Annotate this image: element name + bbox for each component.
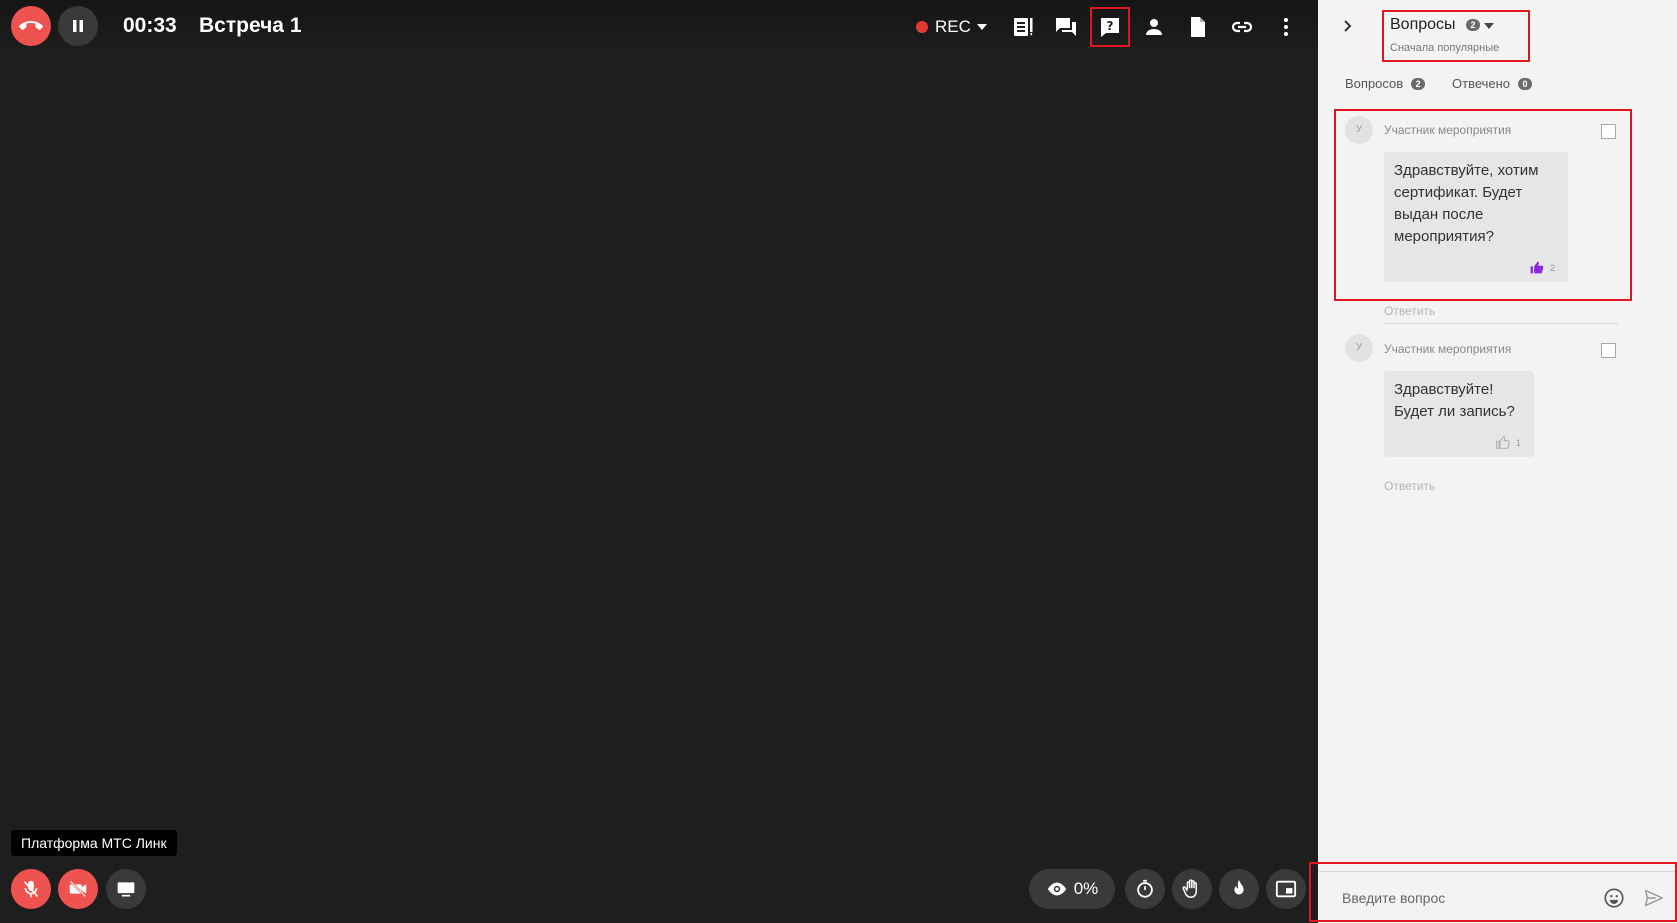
more-icon — [1284, 18, 1288, 36]
question-author: Участник мероприятия — [1384, 123, 1512, 137]
call-timer: 00:33 — [123, 14, 177, 37]
tab-count-badge: 2 — [1411, 77, 1426, 90]
phone-hangup-icon — [19, 21, 43, 30]
speaker-name-tag: Платформа МТС Линк — [11, 830, 177, 856]
like-button[interactable]: 1 — [1496, 436, 1521, 449]
rec-indicator-icon — [916, 21, 928, 33]
raise-hand-button[interactable] — [1172, 869, 1212, 909]
participants-button[interactable] — [1138, 11, 1170, 43]
files-button[interactable] — [1182, 11, 1214, 43]
avatar: У — [1345, 116, 1373, 144]
pause-icon — [73, 20, 83, 32]
viewers-indicator[interactable]: 0% — [1029, 869, 1115, 909]
notes-button[interactable] — [1007, 11, 1039, 43]
video-stage: 00:33 Встреча 1 REC ? Платформа МТС Линк… — [0, 0, 1318, 922]
input-highlight — [1309, 862, 1677, 922]
question-text-line: мероприятия? — [1394, 228, 1495, 245]
chevron-right-icon[interactable] — [1338, 16, 1358, 36]
stopwatch-icon — [1137, 879, 1153, 898]
question-text-line: выдан после — [1394, 206, 1484, 223]
monitor-icon — [117, 882, 135, 897]
question-text-line: Здравствуйте! — [1394, 381, 1494, 398]
camera-off-icon — [69, 880, 87, 898]
more-button[interactable] — [1270, 11, 1302, 43]
microphone-button[interactable] — [11, 869, 51, 909]
chat-button[interactable] — [1050, 11, 1082, 43]
pip-icon — [1275, 880, 1297, 898]
question-author: Участник мероприятия — [1384, 342, 1512, 356]
hand-icon — [1182, 879, 1197, 898]
reactions-button[interactable] — [1219, 869, 1259, 909]
avatar: У — [1345, 334, 1373, 362]
link-icon — [1231, 21, 1253, 33]
tab-label: Вопросов — [1345, 76, 1404, 91]
thumbs-up-icon — [1530, 261, 1544, 274]
link-button[interactable] — [1226, 11, 1258, 43]
questions-panel: Вопросы 2 Сначала популярные Вопросов 2 … — [1318, 0, 1677, 922]
chevron-down-icon — [976, 24, 987, 30]
questions-sort-dropdown[interactable]: Вопросы 2 Сначала популярные — [1382, 10, 1530, 62]
likes-count: 1 — [1516, 437, 1522, 448]
likes-count: 2 — [1550, 262, 1556, 273]
person-icon — [1146, 19, 1162, 35]
chevron-down-icon — [1484, 23, 1494, 29]
notes-icon — [1014, 18, 1033, 36]
tab-answered[interactable]: Отвечено 0 — [1452, 76, 1533, 91]
divider — [1384, 323, 1618, 324]
questions-count-badge: 2 — [1466, 19, 1480, 31]
pause-button[interactable] — [58, 6, 98, 46]
svg-text:?: ? — [1107, 19, 1114, 33]
chat-icon — [1056, 18, 1076, 36]
tab-count-badge: 0 — [1518, 77, 1533, 90]
meeting-title: Встреча 1 — [199, 14, 302, 37]
rec-label: REC — [935, 17, 971, 36]
reply-link[interactable]: Ответить — [1384, 304, 1435, 318]
viewers-percent: 0% — [1073, 879, 1099, 898]
mic-off-icon — [23, 880, 39, 898]
camera-button[interactable] — [58, 869, 98, 909]
questions-button[interactable]: ? — [1090, 7, 1130, 47]
document-icon — [1191, 17, 1205, 37]
questions-icon: ? — [1101, 18, 1119, 37]
screen-share-button[interactable] — [106, 869, 146, 909]
timer-button[interactable] — [1125, 869, 1165, 909]
eye-icon — [1047, 882, 1066, 896]
tab-questions[interactable]: Вопросов 2 — [1345, 76, 1426, 91]
sort-label: Сначала популярные — [1390, 42, 1500, 54]
flame-icon — [1234, 879, 1244, 895]
thumbs-up-icon — [1496, 436, 1510, 449]
hang-up-button[interactable] — [11, 6, 51, 46]
mark-answered-checkbox[interactable] — [1601, 343, 1616, 358]
like-button[interactable]: 2 — [1530, 261, 1555, 274]
panel-title: Вопросы — [1390, 16, 1456, 33]
tab-label: Отвечено — [1452, 76, 1511, 91]
picture-in-picture-button[interactable] — [1266, 869, 1306, 909]
question-text-line: Будет ли запись? — [1394, 403, 1515, 420]
question-text-line: сертификат. Будет — [1394, 184, 1523, 201]
mark-answered-checkbox[interactable] — [1601, 124, 1616, 139]
rec-dropdown[interactable]: REC — [916, 16, 987, 38]
reply-link[interactable]: Ответить — [1384, 479, 1435, 493]
question-text-line: Здравствуйте, хотим — [1394, 162, 1539, 179]
